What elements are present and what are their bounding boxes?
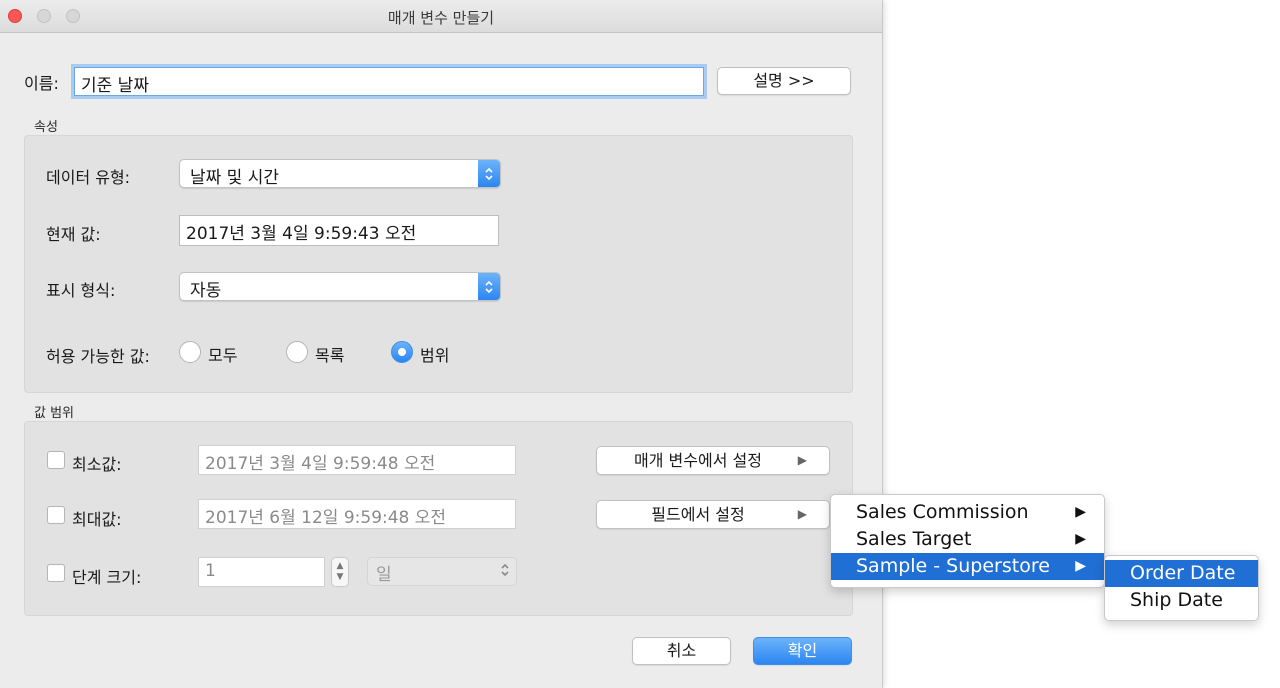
data-type-select[interactable]: 날짜 및 시간 xyxy=(179,159,501,188)
updown-chevron-icon xyxy=(478,273,500,300)
step-unit-select[interactable]: 일 xyxy=(367,557,517,586)
max-label: 최대값: xyxy=(72,510,122,529)
name-label: 이름: xyxy=(24,74,59,93)
menu-item-sales-target[interactable]: Sales Target ▶ xyxy=(831,526,1104,553)
min-label: 최소값: xyxy=(72,455,122,474)
radio-list[interactable] xyxy=(286,341,308,363)
display-format-select[interactable]: 자동 xyxy=(179,272,501,301)
updown-chevron-icon xyxy=(478,160,500,187)
set-from-parameter-button[interactable]: 매개 변수에서 설정 ▶ xyxy=(596,446,830,475)
step-checkbox[interactable] xyxy=(47,564,65,582)
submenu-item-ship-date[interactable]: Ship Date xyxy=(1105,587,1258,614)
ok-button[interactable]: 확인 xyxy=(753,637,852,665)
menu-item-label: Sales Commission xyxy=(856,501,1029,523)
step-stepper[interactable]: ▲ ▼ xyxy=(331,557,349,587)
play-arrow-icon: ▶ xyxy=(797,507,807,521)
submenu-item-label: Ship Date xyxy=(1130,589,1223,611)
name-input[interactable]: 기준 날짜 xyxy=(74,67,704,96)
step-label: 단계 크기: xyxy=(72,568,142,587)
radio-list-label: 목록 xyxy=(315,346,345,365)
min-value-input[interactable]: 2017년 3월 4일 9:59:48 오전 xyxy=(198,445,516,475)
title-bar: 매개 변수 만들기 xyxy=(0,0,882,33)
menu-item-sample-superstore[interactable]: Sample - Superstore ▶ xyxy=(831,553,1104,580)
display-format-label: 표시 형식: xyxy=(46,281,116,300)
set-from-field-label: 필드에서 설정 xyxy=(651,505,745,524)
allowable-values-label: 허용 가능한 값: xyxy=(46,347,150,366)
menu-item-sales-commission[interactable]: Sales Commission ▶ xyxy=(831,499,1104,526)
field-submenu: Order Date Ship Date xyxy=(1104,555,1259,621)
data-type-label: 데이터 유형: xyxy=(46,168,131,187)
cancel-button[interactable]: 취소 xyxy=(632,637,731,665)
submenu-item-order-date[interactable]: Order Date xyxy=(1105,560,1258,587)
menu-item-label: Sales Target xyxy=(856,528,972,550)
current-value-input[interactable]: 2017년 3월 4일 9:59:43 오전 xyxy=(179,215,499,246)
step-unit-value: 일 xyxy=(376,565,392,585)
create-parameter-dialog: 매개 변수 만들기 이름: 기준 날짜 설명 >> 속성 데이터 유형: 날짜 … xyxy=(0,0,883,688)
data-source-menu: Sales Commission ▶ Sales Target ▶ Sample… xyxy=(830,494,1105,588)
current-value-label: 현재 값: xyxy=(46,225,101,244)
updown-chevron-icon xyxy=(500,562,510,583)
submenu-arrow-icon: ▶ xyxy=(1075,558,1086,574)
min-checkbox[interactable] xyxy=(47,451,65,469)
display-format-value: 자동 xyxy=(190,281,222,301)
stepper-up-icon: ▲ xyxy=(336,561,344,571)
stepper-down-icon: ▼ xyxy=(336,572,344,582)
radio-all[interactable] xyxy=(179,341,201,363)
data-type-value: 날짜 및 시간 xyxy=(190,168,280,188)
play-arrow-icon: ▶ xyxy=(797,453,807,467)
radio-all-label: 모두 xyxy=(208,346,238,365)
max-value-input[interactable]: 2017년 6월 12일 9:59:48 오전 xyxy=(198,499,516,529)
menu-item-label: Sample - Superstore xyxy=(856,555,1050,577)
comment-button[interactable]: 설명 >> xyxy=(717,67,851,95)
radio-range[interactable] xyxy=(391,341,413,363)
range-section-title: 값 범위 xyxy=(34,406,75,421)
set-from-field-button[interactable]: 필드에서 설정 ▶ xyxy=(596,500,830,529)
window-title: 매개 변수 만들기 xyxy=(387,9,495,27)
max-checkbox[interactable] xyxy=(47,506,65,524)
set-from-parameter-label: 매개 변수에서 설정 xyxy=(634,451,762,470)
step-value-input[interactable]: 1 xyxy=(198,557,325,587)
radio-range-label: 범위 xyxy=(420,346,450,365)
submenu-item-label: Order Date xyxy=(1130,562,1236,584)
submenu-arrow-icon: ▶ xyxy=(1075,504,1086,520)
submenu-arrow-icon: ▶ xyxy=(1075,531,1086,547)
properties-section-title: 속성 xyxy=(34,120,58,135)
